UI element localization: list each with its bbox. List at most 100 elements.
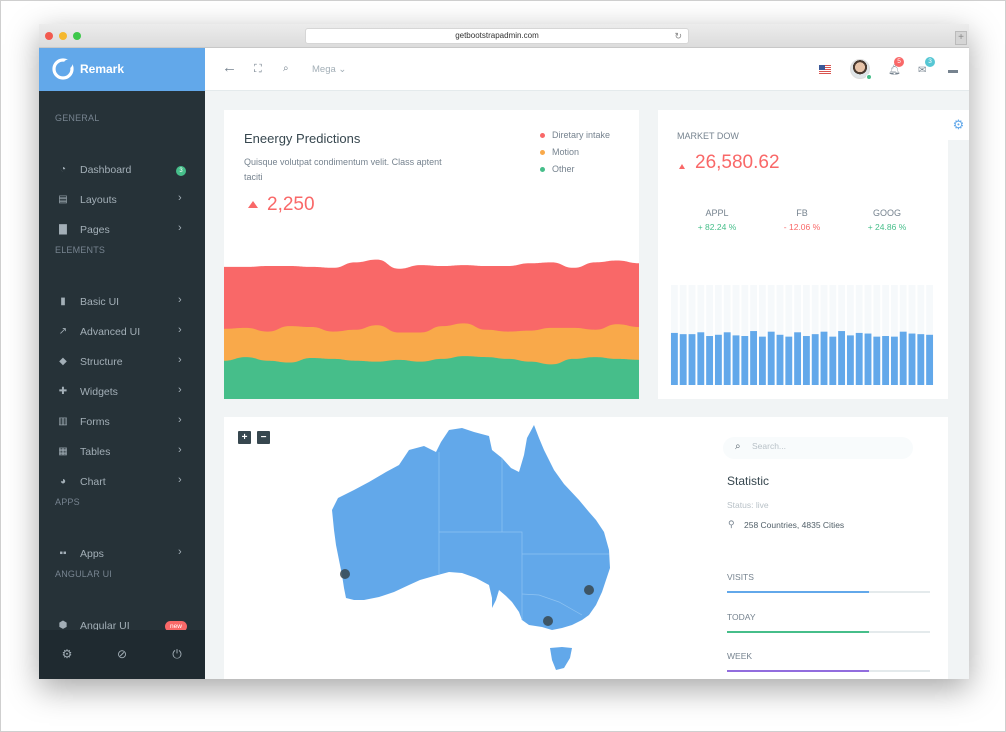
map-mainland[interactable]: [332, 425, 610, 630]
us-flag-icon[interactable]: [819, 65, 831, 74]
bar: [864, 333, 872, 385]
close-window-button[interactable]: [45, 32, 53, 40]
bar: [873, 336, 881, 385]
map-search-input[interactable]: [752, 441, 902, 451]
sidebar-item-dashboard[interactable]: ◔ Dashboard 3: [39, 156, 205, 184]
address-bar[interactable]: getbootstrapadmin.com ↻: [305, 28, 689, 44]
pie-chart-icon: ◕: [59, 476, 67, 487]
progress-fill-visits: [727, 591, 870, 593]
fullscreen-icon[interactable]: ⛶: [254, 61, 262, 77]
sidebar-item-layouts[interactable]: ▤ Layouts ›: [39, 186, 205, 214]
map-zoom-out-button[interactable]: −: [257, 431, 270, 444]
sidebar-item-label: Layouts: [80, 194, 117, 206]
map-zoom-in-button[interactable]: +: [238, 431, 251, 444]
bar: [723, 332, 731, 385]
chevron-right-icon: ›: [178, 474, 182, 486]
sidebar-item-forms[interactable]: ▥ Forms ›: [39, 408, 205, 436]
sidebar-item-label: Advanced UI: [80, 326, 141, 338]
mega-menu-dropdown[interactable]: Mega ⌄: [312, 64, 346, 75]
search-icon: ⌕: [735, 441, 741, 452]
map-pin-icon: ⚲: [728, 519, 735, 529]
bar: [829, 336, 837, 385]
sidebar-item-basic-ui[interactable]: ▮ Basic UI ›: [39, 288, 205, 316]
energy-value: 2,250: [267, 194, 315, 215]
progress-label-week: WEEK: [727, 651, 753, 661]
sidebar-item-label: Widgets: [80, 386, 118, 398]
bar: [908, 333, 916, 385]
legend-item: Motion: [540, 147, 579, 157]
stock-appl: APPL + 82.24 %: [677, 208, 757, 232]
map-marker-perth[interactable]: [340, 569, 350, 579]
bar: [785, 336, 793, 385]
minimize-window-button[interactable]: [59, 32, 67, 40]
sidebar-item-structure[interactable]: ◆ Structure ›: [39, 348, 205, 376]
online-status-indicator: [866, 74, 872, 80]
dashboard-icon: ◔: [59, 164, 67, 175]
search-icon[interactable]: ⌕: [283, 61, 289, 77]
power-icon[interactable]: ⏻: [170, 647, 184, 661]
pages-icon: ▇: [59, 224, 67, 235]
map-search-box[interactable]: ⌕: [723, 437, 913, 459]
bar: [917, 334, 925, 385]
new-tab-button[interactable]: +: [955, 31, 967, 45]
sidebar-item-label: Tables: [80, 446, 111, 458]
mega-menu-label: Mega: [312, 64, 336, 75]
notifications-badge: 5: [894, 57, 904, 67]
bar: [670, 332, 678, 385]
gear-icon: ⚙: [952, 117, 965, 132]
sidebar-item-tables[interactable]: ▦ Tables ›: [39, 438, 205, 466]
sidebar-item-apps[interactable]: ▪▪ Apps ›: [39, 540, 205, 568]
energy-title: Eneergy Predictions: [244, 131, 361, 146]
area-series-other: [224, 356, 639, 399]
eye-off-icon[interactable]: ⊘: [115, 647, 129, 661]
map-marker-melbourne[interactable]: [543, 616, 553, 626]
bar: [688, 334, 696, 385]
sidebar-item-label: Pages: [80, 224, 110, 236]
chevron-right-icon: ›: [178, 354, 182, 366]
stock-goog: GOOG + 24.86 %: [847, 208, 927, 232]
sidebar-item-chart[interactable]: ◕ Chart ›: [39, 468, 205, 496]
progress-bar-week: [727, 670, 930, 672]
stock-name: GOOG: [872, 208, 901, 218]
back-arrow-icon[interactable]: ←: [222, 60, 237, 76]
progress-label-today: TODAY: [727, 612, 756, 622]
sidebar-item-label: Structure: [80, 356, 123, 368]
settings-icon[interactable]: ⚙: [60, 647, 74, 661]
legend-label: Other: [552, 164, 575, 174]
map-card: + − ⌕ Statistic Status: live ⚲ 258 Count…: [224, 417, 948, 679]
envelope-icon[interactable]: ✉: [918, 63, 926, 79]
progress-label-visits: VISITS: [727, 572, 754, 582]
sidebar-item-widgets[interactable]: ✚ Widgets ›: [39, 378, 205, 406]
progress-fill-today: [727, 631, 870, 633]
section-apps: APPS: [55, 497, 80, 507]
settings-toggle-button[interactable]: ⚙: [948, 110, 969, 140]
bar: [706, 336, 714, 385]
map-tasmania[interactable]: [550, 647, 572, 670]
progress-fill-week: [727, 670, 870, 672]
market-label: MARKET DOW: [677, 131, 739, 141]
map-marker-sydney[interactable]: [584, 585, 594, 595]
stock-change: + 82.24 %: [697, 222, 737, 232]
bar: [846, 335, 854, 385]
bar: [899, 331, 907, 385]
browser-chrome: getbootstrapadmin.com ↻ +: [39, 24, 969, 48]
maximize-window-button[interactable]: [73, 32, 81, 40]
stock-change: + 24.86 %: [867, 222, 907, 232]
url-text: getbootstrapadmin.com: [455, 31, 539, 40]
energy-description: Quisque volutpat condimentum velit. Clas…: [244, 157, 442, 182]
sidebar-item-advanced-ui[interactable]: ↗ Advanced UI ›: [39, 318, 205, 346]
sidebar: GENERAL ◔ Dashboard 3 ▤ Layouts › ▇ Page…: [39, 91, 205, 679]
chat-icon[interactable]: ▬: [948, 63, 958, 79]
legend-dot: [540, 133, 545, 138]
chevron-right-icon: ›: [178, 222, 182, 234]
sidebar-item-pages[interactable]: ▇ Pages ›: [39, 216, 205, 244]
energy-area-chart: [224, 259, 639, 399]
remark-logo-icon: [52, 58, 74, 80]
progress-bar-today: [727, 631, 930, 633]
statistic-location: 258 Countries, 4835 Cities: [744, 520, 845, 530]
australia-map[interactable]: [324, 420, 624, 675]
reload-icon[interactable]: ↻: [674, 29, 682, 43]
sidebar-item-label: Forms: [80, 416, 110, 428]
stock-name: FB: [796, 208, 808, 218]
brand-header[interactable]: Remark: [39, 48, 205, 91]
